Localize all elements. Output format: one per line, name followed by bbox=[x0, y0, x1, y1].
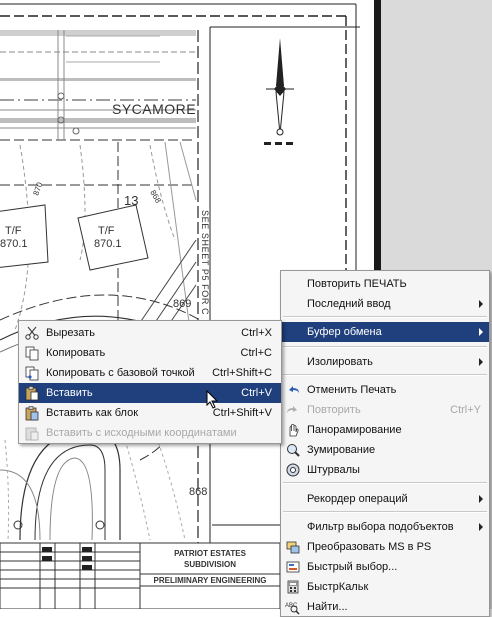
context-menu-item-label: Штурвалы bbox=[307, 464, 360, 476]
menu-separator bbox=[283, 482, 487, 484]
clipboard-menu-item[interactable]: Вставить Ctrl+V bbox=[19, 383, 281, 403]
clipboard-menu-item-label: Копировать bbox=[46, 347, 106, 359]
context-menu-item[interactable]: Последний ввод bbox=[281, 294, 489, 314]
context-menu-item-label: Повторить ПЕЧАТЬ bbox=[307, 278, 407, 290]
contour-label-1: 870 bbox=[31, 181, 44, 197]
redo-icon bbox=[287, 406, 297, 413]
context-menu-item-label: Изолировать bbox=[307, 356, 373, 368]
context-menu-item-label: Буфер обмена bbox=[307, 326, 382, 338]
street-band bbox=[0, 30, 196, 141]
clipboard-menu-item-label: Копировать с базовой точкой bbox=[46, 367, 195, 379]
context-menu-item-label: Панорамирование bbox=[307, 424, 402, 436]
context-menu-item-label: Повторить bbox=[307, 404, 361, 416]
context-menu-item[interactable]: Изолировать bbox=[281, 352, 489, 372]
undo-icon bbox=[289, 386, 299, 393]
pan-icon bbox=[289, 424, 299, 437]
shortcut-hint: Ctrl+Shift+C bbox=[212, 367, 272, 379]
copy-base-point-icon bbox=[25, 366, 39, 381]
context-menu-item-label: Найти... bbox=[307, 601, 348, 613]
context-menu-item[interactable]: Повторить ПЕЧАТЬ bbox=[281, 274, 489, 294]
clipboard-menu-item-label: Вставить bbox=[46, 387, 93, 399]
paste-icon bbox=[25, 386, 39, 401]
clipboard-menu-item[interactable]: Вставить как блок Ctrl+Shift+V bbox=[19, 403, 281, 423]
clipboard-menu-item[interactable]: Копировать с базовой точкой Ctrl+Shift+C bbox=[19, 363, 281, 383]
context-menu-item[interactable]: Отменить Печать bbox=[281, 380, 489, 400]
street-name-label: SYCAMORE bbox=[112, 101, 196, 117]
context-menu-item-label: Фильтр выбора подобъектов bbox=[307, 521, 454, 533]
submenu-arrow-icon bbox=[479, 358, 483, 366]
context-menu-item-label: Зумирование bbox=[307, 444, 376, 456]
context-menu-item-label: Рекордер операций bbox=[307, 493, 408, 505]
clipboard-menu-item-label: Вставить с исходными координатами bbox=[46, 427, 237, 439]
tf-mid-label: T/F bbox=[98, 225, 115, 237]
title-line-1: PATRIOT ESTATES bbox=[174, 549, 247, 558]
clipboard-submenu: Вырезать Ctrl+X Копировать Ctrl+C Копировать… bbox=[18, 320, 282, 444]
lot-number-label-2: 869 bbox=[173, 298, 191, 310]
context-menu-item-label: Преобразовать MS в PS bbox=[307, 541, 432, 553]
context-menu-item[interactable]: Зумирование bbox=[281, 440, 489, 460]
title-line-3: PRELIMINARY ENGINEERING bbox=[154, 576, 267, 585]
steering-wheel-icon bbox=[286, 463, 300, 477]
clipboard-menu-item-label: Вставить как блок bbox=[46, 407, 139, 419]
menu-separator bbox=[283, 374, 487, 376]
contour-label-2: 868 bbox=[148, 189, 163, 206]
scissors-icon bbox=[25, 326, 39, 340]
clipboard-menu-item[interactable]: Вырезать Ctrl+X bbox=[19, 323, 281, 343]
paste-orig-coords-icon bbox=[25, 427, 39, 441]
menu-separator bbox=[283, 316, 487, 318]
shortcut-hint: Ctrl+X bbox=[241, 327, 272, 339]
context-menu-item[interactable]: Фильтр выбора подобъектов bbox=[281, 517, 489, 537]
match-line-note: SEE SHEET P5 FOR C bbox=[200, 210, 210, 315]
context-menu: Повторить ПЕЧАТЬ Последний ввод Буфер обме… bbox=[280, 270, 490, 617]
context-menu-item-label: Отменить Печать bbox=[307, 384, 397, 396]
context-menu-item[interactable]: ABC Найти... bbox=[281, 597, 489, 617]
find-icon: ABC bbox=[285, 603, 300, 615]
north-arrow-icon bbox=[264, 38, 294, 145]
lot-number-label-3: 868 bbox=[189, 486, 207, 498]
context-menu-item[interactable]: Быстрый выбор... bbox=[281, 557, 489, 577]
menu-separator bbox=[283, 346, 487, 348]
context-menu-item[interactable]: Буфер обмена bbox=[281, 322, 489, 342]
clipboard-menu-item-label: Вырезать bbox=[46, 327, 95, 339]
paste-block-icon bbox=[25, 406, 39, 421]
submenu-arrow-icon bbox=[479, 328, 483, 336]
convert-space-icon bbox=[286, 541, 300, 554]
context-menu-item[interactable]: Рекордер операций bbox=[281, 489, 489, 509]
mouse-cursor-icon bbox=[206, 390, 219, 409]
context-menu-item-label: БыстрКальк bbox=[307, 581, 369, 593]
menu-separator bbox=[283, 511, 487, 513]
context-menu-item[interactable]: Штурвалы bbox=[281, 460, 489, 480]
context-menu-item[interactable]: Панорамирование bbox=[281, 420, 489, 440]
shortcut-hint: Ctrl+C bbox=[240, 347, 272, 359]
context-menu-item: Повторить Ctrl+Y bbox=[281, 400, 489, 420]
shortcut-hint: Ctrl+V bbox=[241, 387, 272, 399]
submenu-arrow-icon bbox=[479, 300, 483, 308]
context-menu-item[interactable]: БыстрКальк bbox=[281, 577, 489, 597]
submenu-arrow-icon bbox=[479, 523, 483, 531]
calculator-icon bbox=[287, 580, 299, 594]
context-menu-item-label: Последний ввод bbox=[307, 298, 391, 310]
tf-left-label: T/F bbox=[5, 225, 22, 237]
submenu-arrow-icon bbox=[479, 495, 483, 503]
title-line-2: SUBDIVISION bbox=[184, 560, 236, 569]
tf-mid-value: 870.1 bbox=[94, 238, 122, 250]
context-menu-item-label: Быстрый выбор... bbox=[307, 561, 398, 573]
quick-select-icon bbox=[286, 561, 300, 573]
copy-icon bbox=[25, 346, 39, 361]
clipboard-menu-item[interactable]: Копировать Ctrl+C bbox=[19, 343, 281, 363]
clipboard-menu-item: Вставить с исходными координатами bbox=[19, 423, 281, 443]
zoom-icon bbox=[287, 444, 300, 457]
shortcut-hint: Ctrl+Y bbox=[450, 404, 481, 416]
shortcut-hint: Ctrl+Shift+V bbox=[212, 407, 272, 419]
context-menu-item[interactable]: Преобразовать MS в PS bbox=[281, 537, 489, 557]
tf-left-value: 870.1 bbox=[0, 238, 28, 250]
